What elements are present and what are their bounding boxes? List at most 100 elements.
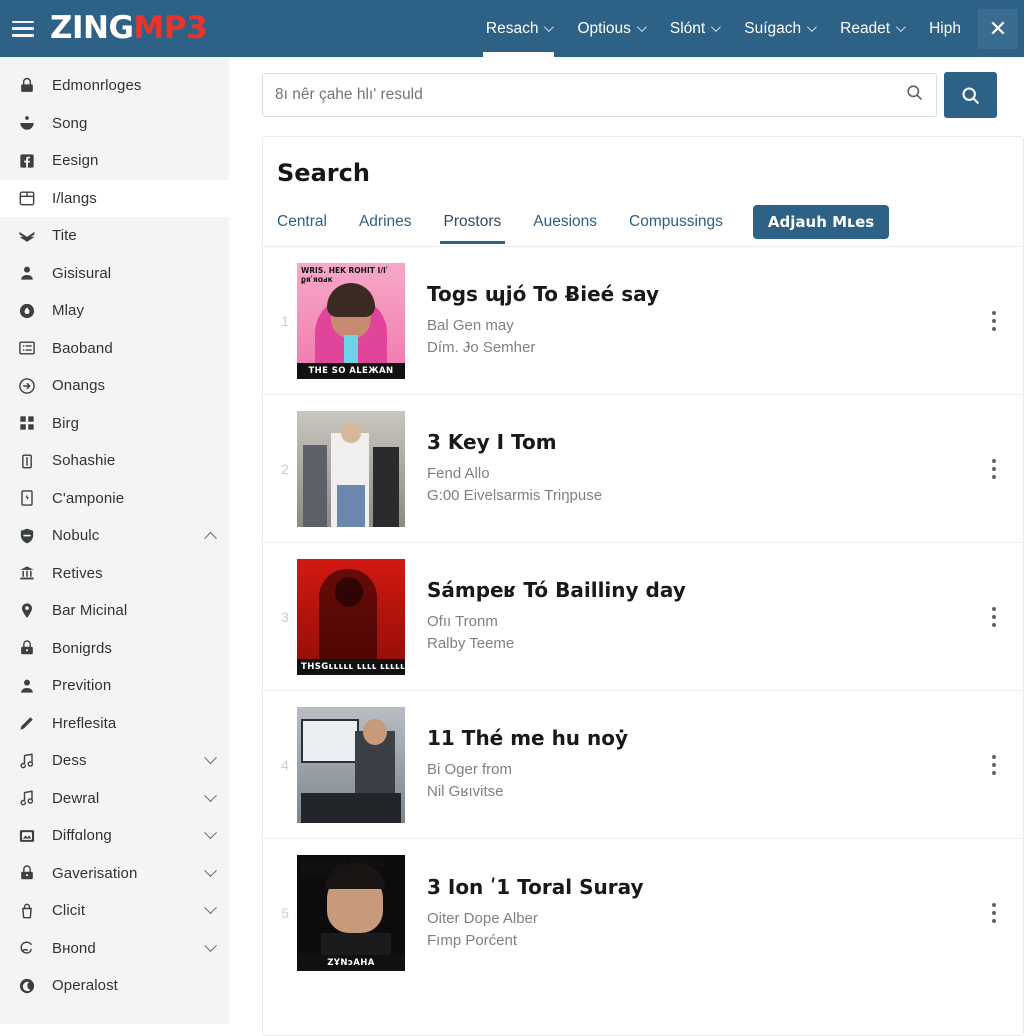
- more-options-icon[interactable]: [981, 458, 1007, 479]
- result-row[interactable]: 4 11 Thé me hu noẏ Bi Oger from Nil Gʁıvits…: [263, 691, 1023, 839]
- result-index: 1: [281, 312, 289, 329]
- result-thumbnail[interactable]: [297, 410, 405, 527]
- sidebar-item-c-amponie[interactable]: C'amponie: [0, 480, 229, 518]
- search-input[interactable]: [275, 86, 905, 104]
- result-row[interactable]: 1 WRIS. HEK ROHIT I/Iʹ քяʹяɑԁк THE SO ALEЖ…: [263, 247, 1023, 395]
- sidebar-item-tite[interactable]: Tite: [0, 217, 229, 255]
- chevron-down-icon[interactable]: [204, 751, 217, 765]
- sidebar-item-mlay[interactable]: Mlay: [0, 292, 229, 330]
- result-title[interactable]: Togs ɰjó To Ƀieé say: [427, 282, 981, 306]
- bag-icon: [16, 900, 38, 922]
- more-options-icon[interactable]: [981, 754, 1007, 775]
- result-meta: 11 Thé me hu noẏ Bi Oger from Nil Gʁıvitse: [427, 726, 981, 803]
- nav-item-sl-nt[interactable]: Slónt: [657, 0, 731, 57]
- sidebar-item-label: Retives: [52, 564, 103, 582]
- more-options-icon[interactable]: [981, 310, 1007, 331]
- sidebar-item-song[interactable]: Song: [0, 105, 229, 143]
- sidebar-item-i-langs[interactable]: I/langs: [0, 179, 229, 217]
- result-subtitle-2: Ralby Teeme: [427, 635, 515, 652]
- tab-auesions[interactable]: Auesions: [517, 208, 613, 243]
- chevron-up-icon[interactable]: [204, 532, 217, 545]
- search-results-panel: Search Central Adrines Prostors Auesions Com…: [262, 136, 1024, 1036]
- result-title[interactable]: Sámpeʁ Tó Bailliny day: [427, 578, 981, 602]
- main-nav: Resach Optious Slónt Suígach Readet Hiрh: [473, 0, 974, 57]
- sidebar-item-gaverisation[interactable]: Gaverisation: [0, 855, 229, 893]
- result-row[interactable]: 5 ▒▒▒▒▒▒▒▒ ▒▒▒▒▒▒ ▒▒▒▒▒▒▒▒▒ ZҰNɔAHA 3 Ion ʹ…: [263, 839, 1023, 987]
- tab-prostors[interactable]: Prostors: [428, 208, 518, 244]
- chevron-down-icon[interactable]: [204, 939, 217, 952]
- nav-item-su-gach[interactable]: Suígach: [731, 0, 827, 57]
- chevron-down-icon[interactable]: [204, 789, 217, 802]
- result-subtitle-1: Bi Oger from: [427, 761, 513, 779]
- chevron-down-icon[interactable]: [204, 826, 217, 840]
- sidebar-item-label: Nobulc: [52, 527, 100, 545]
- close-icon[interactable]: ✕: [978, 8, 1018, 49]
- more-options-icon[interactable]: [981, 606, 1007, 627]
- thumbnail-caption: THE SO ALEЖAN: [297, 362, 405, 379]
- chevron-down-icon[interactable]: [204, 901, 217, 915]
- sidebar-item-edmonrloges[interactable]: Edmonrloges: [0, 67, 229, 105]
- nav-item-hi-h[interactable]: Hiрh: [916, 0, 974, 57]
- sidebar-item-diff-long[interactable]: Diffɑlong: [0, 817, 229, 855]
- sidebar-item-b-ond[interactable]: Bнond: [0, 930, 229, 968]
- nav-item-resach[interactable]: Resach: [473, 0, 565, 57]
- result-title[interactable]: 11 Thé me hu noẏ: [427, 726, 981, 750]
- pin-icon: [16, 600, 38, 622]
- more-options-icon[interactable]: [981, 903, 1007, 923]
- tab-compussings[interactable]: Compussings: [613, 208, 739, 243]
- sidebar-item-label: Bar Micinal: [52, 602, 128, 620]
- sidebar-item-sohashie[interactable]: Sohashie: [0, 442, 229, 480]
- nav-item-readet[interactable]: Readet: [827, 0, 916, 57]
- sidebar-item-prevition[interactable]: Prevition: [0, 667, 229, 705]
- result-thumbnail[interactable]: [297, 706, 405, 823]
- sidebar-item-hreflesita[interactable]: Hreflesita: [0, 705, 229, 743]
- sidebar-item-clicit[interactable]: Clicit: [0, 892, 229, 930]
- chevron-down-icon: [711, 22, 722, 33]
- sidebar-item-nobulc[interactable]: Nobulc: [0, 517, 229, 555]
- app-header: ZINGMP3 Resach Optious Slónt Suígach Readet H…: [0, 0, 1024, 57]
- sidebar-item-dess[interactable]: Dess: [0, 742, 229, 780]
- result-subtitle-1: Oiter Dope Alber: [427, 909, 538, 927]
- chevron-down-icon[interactable]: [204, 864, 217, 877]
- shield-icon: [16, 525, 38, 547]
- sidebar[interactable]: Edmonrloges Song Eesign I/langs Tite Gisisura…: [0, 57, 229, 1024]
- sidebar-item-operalost[interactable]: Operalost: [0, 967, 229, 1005]
- result-title[interactable]: 3 Key I Tom: [427, 430, 981, 454]
- person-icon: [16, 262, 38, 284]
- result-thumbnail[interactable]: THSGʟʟʟʟʟ ʟʟʟʟ ʟʟʟʟʟʟʟ: [297, 558, 405, 675]
- sidebar-item-label: Sohashie: [52, 452, 116, 470]
- result-subtitle-1: Fend Allo: [427, 465, 490, 483]
- logo-mp3: MP3: [133, 10, 208, 46]
- sidebar-item-retives[interactable]: Retives: [0, 555, 229, 593]
- sidebar-item-eesign[interactable]: Eesign: [0, 142, 229, 180]
- tab-central[interactable]: Central: [277, 208, 343, 243]
- padlock-icon: [16, 862, 38, 884]
- app-logo[interactable]: ZINGMP3: [50, 10, 208, 46]
- hamburger-icon[interactable]: [12, 20, 34, 37]
- sidebar-item-bar-micinal[interactable]: Bar Micinal: [0, 592, 229, 630]
- sidebar-item-onangs[interactable]: Onangs: [0, 367, 229, 405]
- result-thumbnail[interactable]: ▒▒▒▒▒▒▒▒ ▒▒▒▒▒▒ ▒▒▒▒▒▒▒▒▒ ZҰNɔAHA: [297, 855, 405, 971]
- nav-item-optious[interactable]: Optious: [564, 0, 656, 57]
- search-field[interactable]: [262, 73, 937, 117]
- sidebar-item-label: Bнond: [52, 939, 96, 957]
- sidebar-item-baoband[interactable]: Baoband: [0, 330, 229, 368]
- result-row[interactable]: 3 THSGʟʟʟʟʟ ʟʟʟʟ ʟʟʟʟʟʟʟ Sámpeʁ Tó Baillin…: [263, 543, 1023, 691]
- sidebar-item-gisisural[interactable]: Gisisural: [0, 255, 229, 293]
- tab-adrines[interactable]: Adrines: [343, 208, 428, 243]
- result-index: 3: [281, 608, 289, 625]
- sidebar-item-label: Hreflesita: [52, 714, 117, 732]
- result-title[interactable]: 3 Ion ʹ1 Toral Suray: [427, 875, 981, 899]
- search-submit-button[interactable]: [944, 72, 997, 118]
- result-row[interactable]: 2 3 Key I Tom Fend Allo G:00 Eivelsarmis Tr…: [263, 395, 1023, 543]
- adjust-files-button[interactable]: Adjаuһ Mʟes: [752, 205, 890, 239]
- result-meta: 3 Key I Tom Fend Allo G:00 Eivelsarmis Tri…: [427, 430, 981, 507]
- sidebar-item-bonigrds[interactable]: Bonigrds: [0, 630, 229, 668]
- page-title: Search: [277, 159, 370, 187]
- result-thumbnail[interactable]: WRIS. HEK ROHIT I/Iʹ քяʹяɑԁк THE SO ALEЖA…: [297, 262, 405, 379]
- sidebar-item-birg[interactable]: Birg: [0, 405, 229, 443]
- sidebar-item-label: Gisisural: [52, 264, 112, 282]
- chevron-down-icon: [896, 22, 906, 33]
- thumbnail-caption: THSGʟʟʟʟʟ ʟʟʟʟ ʟʟʟʟʟʟʟ: [297, 658, 405, 675]
- sidebar-item-dewral[interactable]: Dewral: [0, 780, 229, 818]
